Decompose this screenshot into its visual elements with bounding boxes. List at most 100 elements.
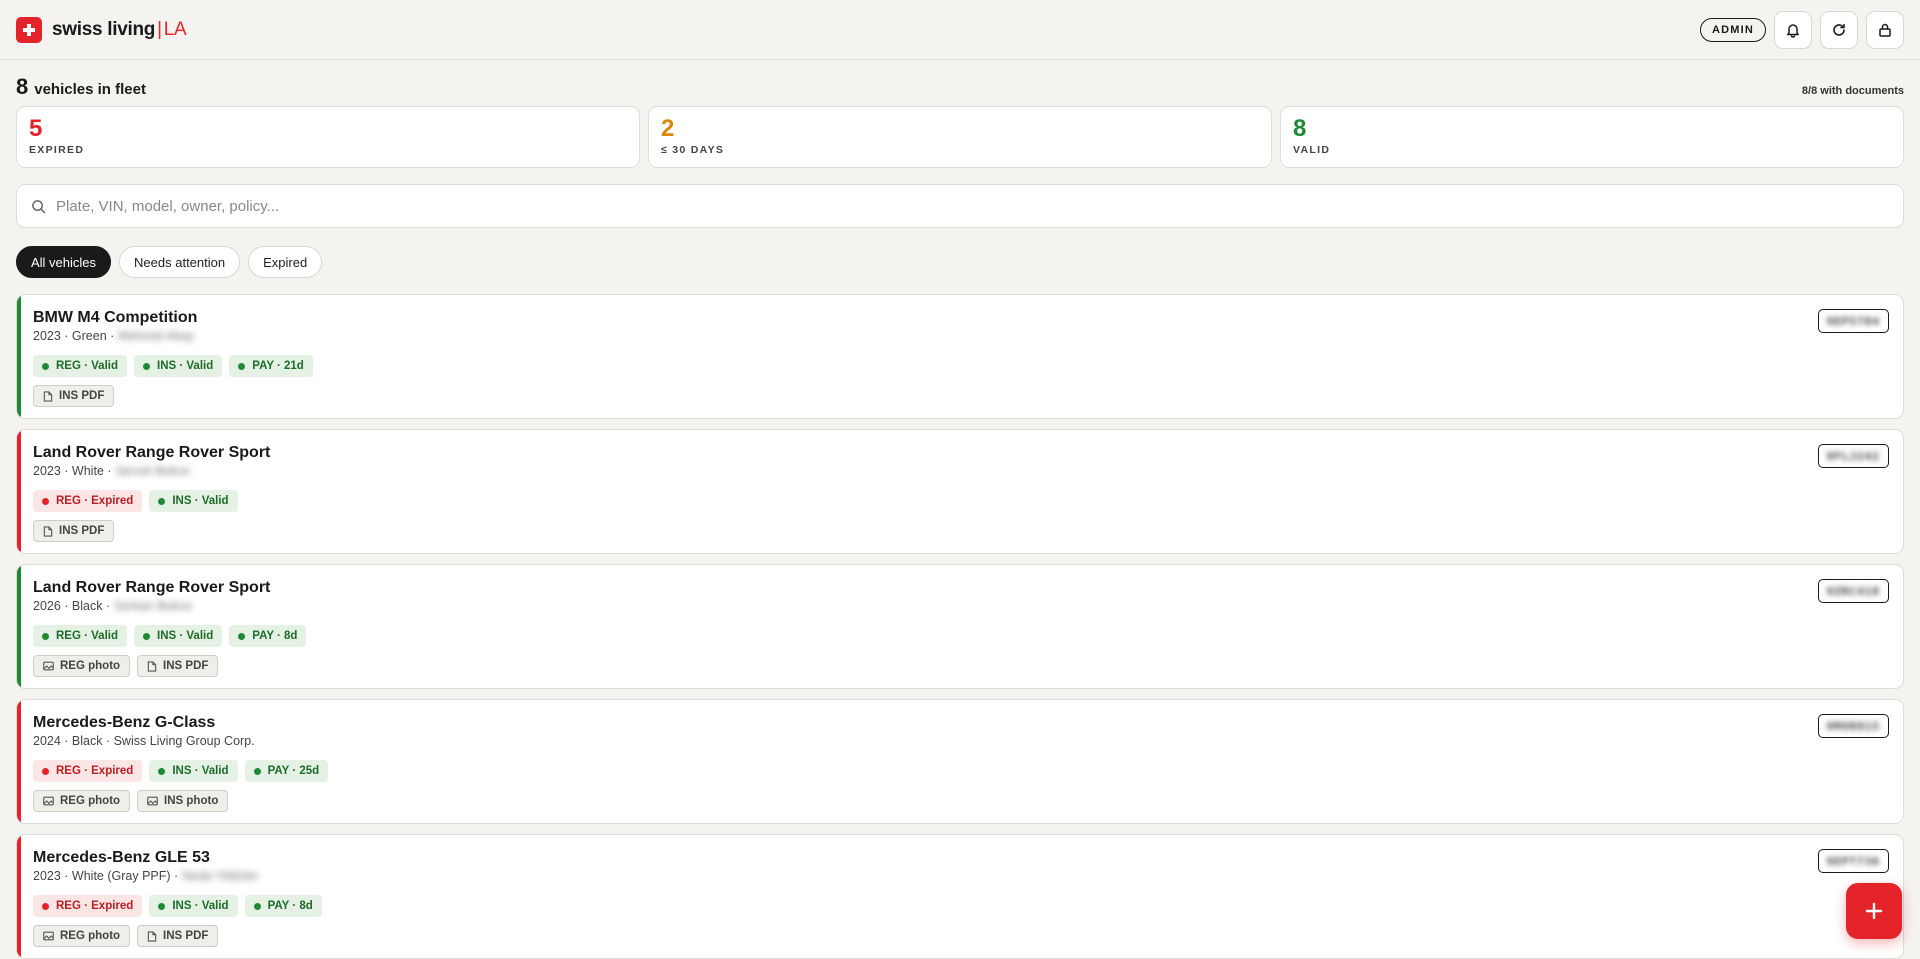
status-badge: INS · Valid bbox=[149, 490, 238, 512]
brand-separator: | bbox=[157, 18, 162, 40]
stat-label: ≤ 30 DAYS bbox=[661, 144, 725, 156]
license-plate: 9EP5784 bbox=[1817, 309, 1889, 333]
document-links: INS PDF bbox=[33, 385, 1887, 407]
search-bar bbox=[16, 184, 1904, 228]
image-icon bbox=[43, 931, 54, 941]
status-dot-icon bbox=[143, 362, 150, 370]
vehicle-subtitle: 2023 · Green · Mehmet Akay bbox=[33, 328, 1887, 344]
document-label: INS PDF bbox=[163, 930, 209, 942]
stat-card-valid[interactable]: 8 VALID bbox=[1280, 106, 1904, 168]
stat-card-expired[interactable]: 5 EXPIRED bbox=[16, 106, 640, 168]
badge-text: INS · Valid bbox=[172, 900, 229, 912]
badge-text: REG · Expired bbox=[56, 900, 134, 912]
plate-number: 9MVR815 bbox=[1826, 719, 1880, 733]
document-label: REG photo bbox=[60, 795, 121, 807]
pdf-file-icon bbox=[43, 525, 53, 537]
document-button[interactable]: INS PDF bbox=[137, 925, 219, 947]
notifications-button[interactable] bbox=[1774, 10, 1812, 49]
role-badge: ADMIN bbox=[1699, 17, 1766, 42]
plus-icon bbox=[1865, 902, 1883, 920]
status-stripe bbox=[17, 430, 21, 553]
document-label: INS PDF bbox=[163, 660, 209, 672]
search-input[interactable] bbox=[56, 197, 1889, 215]
stats-row: 5 EXPIRED 2 ≤ 30 DAYS 8 VALID bbox=[0, 106, 1920, 168]
status-badge: INS · Valid bbox=[134, 625, 223, 647]
badge-text: PAY · 25d bbox=[267, 765, 320, 777]
lock-button[interactable] bbox=[1866, 10, 1904, 49]
filter-all-vehicles[interactable]: All vehicles bbox=[16, 246, 112, 278]
document-button[interactable]: INS photo bbox=[137, 790, 229, 812]
document-button[interactable]: INS PDF bbox=[33, 385, 115, 407]
status-dot-icon bbox=[42, 362, 49, 370]
status-badges: REG · Expired INS · Valid PAY · 25d bbox=[33, 760, 1887, 782]
status-badges: REG · Expired INS · Valid bbox=[33, 490, 1887, 512]
badge-text: INS · Valid bbox=[172, 765, 229, 777]
plate-number: 9EPT736 bbox=[1826, 854, 1880, 868]
status-stripe bbox=[17, 700, 21, 823]
refresh-button[interactable] bbox=[1820, 10, 1858, 49]
vehicle-subtitle: 2024 · Black · Swiss Living Group Corp. bbox=[33, 733, 1887, 749]
vehicle-owner: Servet Bukce bbox=[115, 464, 190, 478]
pdf-file-icon bbox=[147, 930, 157, 942]
stat-card-expiring-soon[interactable]: 2 ≤ 30 DAYS bbox=[648, 106, 1272, 168]
document-button[interactable]: REG photo bbox=[33, 655, 131, 677]
status-badges: REG · Valid INS · Valid PAY · 21d bbox=[33, 355, 1887, 377]
vehicle-subtitle: 2026 · Black · Serkan Bukce bbox=[33, 598, 1887, 614]
documents-note: 8/8 with documents bbox=[1801, 85, 1904, 97]
vehicle-title: Mercedes-Benz G-Class bbox=[33, 714, 216, 731]
badge-text: PAY · 21d bbox=[252, 360, 304, 372]
status-dot-icon bbox=[253, 902, 261, 910]
status-badge: INS · Valid bbox=[149, 895, 238, 917]
document-links: REG photo INS PDF bbox=[33, 655, 1887, 677]
status-stripe bbox=[17, 295, 21, 418]
status-dot-icon bbox=[143, 632, 150, 640]
plate-number: 9EP5784 bbox=[1826, 314, 1880, 328]
badge-text: REG · Valid bbox=[56, 630, 118, 642]
license-plate: 9FLJ242 bbox=[1817, 444, 1889, 468]
vehicle-card[interactable]: BMW M4 Competition 2023 · Green · Mehmet… bbox=[16, 294, 1904, 419]
document-label: INS photo bbox=[164, 795, 219, 807]
document-button[interactable]: INS PDF bbox=[33, 520, 115, 542]
vehicle-list: BMW M4 Competition 2023 · Green · Mehmet… bbox=[0, 294, 1920, 959]
badge-text: PAY · 8d bbox=[267, 900, 313, 912]
vehicle-year-color: 2026 · Black · bbox=[33, 599, 111, 613]
vehicle-subtitle: 2023 · White (Gray PPF) · Neda Yildizler bbox=[33, 868, 1887, 884]
brand[interactable]: swiss living | LA bbox=[16, 16, 187, 43]
status-badge: REG · Expired bbox=[33, 490, 143, 512]
filter-expired[interactable]: Expired bbox=[248, 246, 323, 278]
fleet-label: vehicles in fleet bbox=[34, 81, 146, 98]
document-button[interactable]: REG photo bbox=[33, 790, 131, 812]
status-badges: REG · Expired INS · Valid PAY · 8d bbox=[33, 895, 1887, 917]
badge-text: REG · Expired bbox=[56, 765, 134, 777]
document-button[interactable]: INS PDF bbox=[137, 655, 219, 677]
vehicle-card[interactable]: Mercedes-Benz G-Class 2024 · Black · Swi… bbox=[16, 699, 1904, 824]
document-label: REG photo bbox=[60, 660, 121, 672]
status-badge: REG · Expired bbox=[33, 760, 143, 782]
pdf-file-icon bbox=[43, 390, 53, 402]
status-dot-icon bbox=[42, 767, 49, 775]
status-dot-icon bbox=[42, 902, 49, 910]
vehicle-title: Land Rover Range Rover Sport bbox=[33, 579, 271, 596]
image-icon bbox=[43, 796, 54, 806]
top-actions: ADMIN bbox=[1699, 10, 1904, 49]
status-dot-icon bbox=[158, 767, 166, 775]
vehicle-card[interactable]: Mercedes-Benz GLE 53 2023 · White (Gray … bbox=[16, 834, 1904, 959]
status-dot-icon bbox=[158, 902, 166, 910]
status-badge: PAY · 21d bbox=[229, 355, 313, 377]
add-vehicle-button[interactable] bbox=[1846, 883, 1902, 939]
stat-value: 5 bbox=[29, 115, 43, 142]
fleet-summary: 8 vehicles in fleet 8/8 with documents bbox=[0, 60, 1920, 102]
search-icon bbox=[32, 199, 46, 213]
plate-number: 9FLJ242 bbox=[1826, 449, 1880, 463]
vehicle-year-color: 2023 · Green · bbox=[33, 329, 115, 343]
status-dot-icon bbox=[238, 362, 246, 370]
filter-needs-attention[interactable]: Needs attention bbox=[119, 246, 241, 278]
badge-text: REG · Expired bbox=[56, 495, 134, 507]
vehicle-owner: Mehmet Akay bbox=[118, 329, 195, 343]
vehicle-card[interactable]: Land Rover Range Rover Sport 2023 · Whit… bbox=[16, 429, 1904, 554]
document-button[interactable]: REG photo bbox=[33, 925, 131, 947]
fleet-title: 8 vehicles in fleet bbox=[16, 74, 146, 100]
document-links: REG photo INS PDF bbox=[33, 925, 1887, 947]
badge-text: REG · Valid bbox=[56, 360, 118, 372]
vehicle-card[interactable]: Land Rover Range Rover Sport 2026 · Blac… bbox=[16, 564, 1904, 689]
